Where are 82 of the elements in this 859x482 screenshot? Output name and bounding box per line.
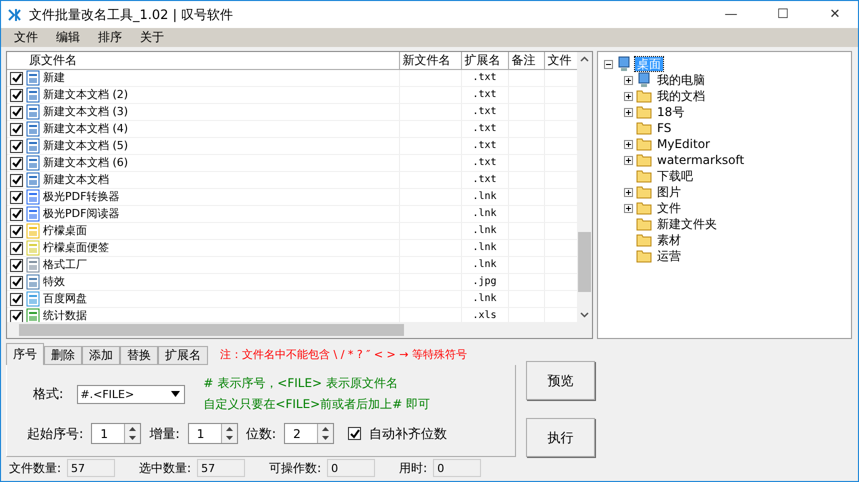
tree-item[interactable]: 我的文档 (655, 89, 707, 103)
tree-item[interactable]: 运营 (655, 249, 683, 263)
column-header[interactable]: 原文件名 (7, 52, 399, 70)
table-cell: .txt (472, 140, 497, 151)
spinner-label: 起始序号: (27, 426, 84, 442)
tab[interactable]: 替换 (120, 346, 158, 365)
tab[interactable]: 删除 (44, 346, 82, 365)
minimize-button[interactable]: — (708, 7, 754, 22)
table-cell: 柠檬桌面便签 (43, 241, 109, 255)
table-cell: .txt (472, 89, 497, 100)
table-cell: 新建文本文档 (5) (43, 139, 128, 153)
table-cell: .lnk (472, 259, 497, 270)
table-cell: .lnk (472, 208, 497, 219)
spinner-label: 位数: (246, 426, 276, 442)
column-header[interactable]: 扩展名 (461, 52, 508, 70)
column-header[interactable]: 文件 (544, 52, 577, 70)
hint-text: 自定义只要在<FILE>前或者后加上# 即可 (203, 396, 430, 413)
tab[interactable]: 扩展名 (158, 346, 208, 365)
number-spinner[interactable]: 1 (91, 423, 142, 444)
table-cell: 特效 (43, 275, 65, 289)
table-cell: 柠檬桌面 (43, 224, 87, 238)
table-cell: 新建 (43, 71, 65, 85)
tab[interactable]: 添加 (82, 346, 120, 365)
status-value: 0 (433, 459, 482, 477)
table-cell: .jpg (472, 276, 497, 287)
table-cell: 新建文本文档 (3) (43, 105, 128, 119)
tree-item[interactable]: 文件 (655, 201, 683, 215)
hint-text: # 表示序号，<FILE> 表示原文件名 (203, 375, 399, 392)
tab[interactable]: 序号 (6, 343, 44, 365)
table-cell: .xls (472, 310, 497, 321)
preview-button[interactable]: 预览 (526, 361, 595, 400)
status-label: 选中数量: (139, 460, 192, 476)
table-cell: 统计数据 (43, 309, 87, 322)
table-cell: .lnk (472, 191, 497, 202)
maximize-button[interactable]: ☐ (760, 7, 806, 22)
window-title: 文件批量改名工具_1.02 | 叹号软件 (29, 6, 234, 24)
table-cell: .lnk (472, 293, 497, 304)
warning-text: 注：文件名中不能包含 \ / * ? ″ < > → 等特殊符号 (220, 346, 467, 362)
tree-item[interactable]: watermarksoft (655, 153, 746, 167)
table-cell: 新建文本文档 (43, 173, 109, 187)
table-cell: 极光PDF转换器 (43, 190, 120, 204)
tree-item[interactable]: 素材 (655, 233, 683, 247)
checkbox-label: 自动补齐位数 (369, 426, 448, 442)
table-cell: .lnk (472, 225, 497, 236)
status-label: 文件数量: (9, 460, 62, 476)
tree-item[interactable]: FS (655, 121, 674, 135)
table-cell: 百度网盘 (43, 292, 87, 306)
tree-item[interactable]: 图片 (655, 185, 683, 199)
run-button[interactable]: 执行 (526, 418, 595, 457)
menu-item[interactable]: 排序 (91, 29, 129, 46)
table-cell: .txt (472, 72, 497, 83)
table-cell: .lnk (472, 242, 497, 253)
menu-item[interactable]: 关于 (133, 29, 171, 46)
table-cell: .txt (472, 157, 497, 168)
number-spinner[interactable]: 2 (284, 423, 334, 444)
table-cell: .txt (472, 174, 497, 185)
tree-item[interactable]: 我的电脑 (655, 73, 707, 87)
table-cell: 极光PDF阅读器 (43, 207, 120, 221)
table-cell: 格式工厂 (43, 258, 87, 272)
table-cell: 新建文本文档 (4) (43, 122, 128, 136)
format-dropdown[interactable]: #.<FILE> (77, 384, 186, 404)
table-cell: 新建文本文档 (2) (43, 88, 128, 102)
status-value: 57 (197, 459, 246, 477)
close-button[interactable]: ✕ (812, 7, 858, 22)
tree-item[interactable]: MyEditor (655, 137, 712, 151)
status-label: 可操作数: (269, 460, 322, 476)
number-spinner[interactable]: 1 (188, 423, 238, 444)
tree-item[interactable]: 18号 (655, 105, 686, 119)
column-header[interactable]: 新文件名 (399, 52, 461, 70)
menu-item[interactable]: 文件 (7, 29, 45, 46)
table-cell: 新建文本文档 (6) (43, 156, 128, 170)
tree-item[interactable]: 新建文件夹 (655, 217, 719, 231)
status-label: 用时: (399, 460, 428, 476)
menu-item[interactable]: 编辑 (49, 29, 87, 46)
tree-item[interactable]: 下载吧 (655, 169, 695, 183)
table-cell: .txt (472, 123, 497, 134)
column-header[interactable]: 备注 (508, 52, 544, 70)
status-value: 0 (327, 459, 376, 477)
table-cell: .txt (472, 106, 497, 117)
format-label: 格式: (33, 386, 64, 403)
spinner-label: 增量: (149, 426, 180, 442)
status-value: 57 (67, 459, 116, 477)
